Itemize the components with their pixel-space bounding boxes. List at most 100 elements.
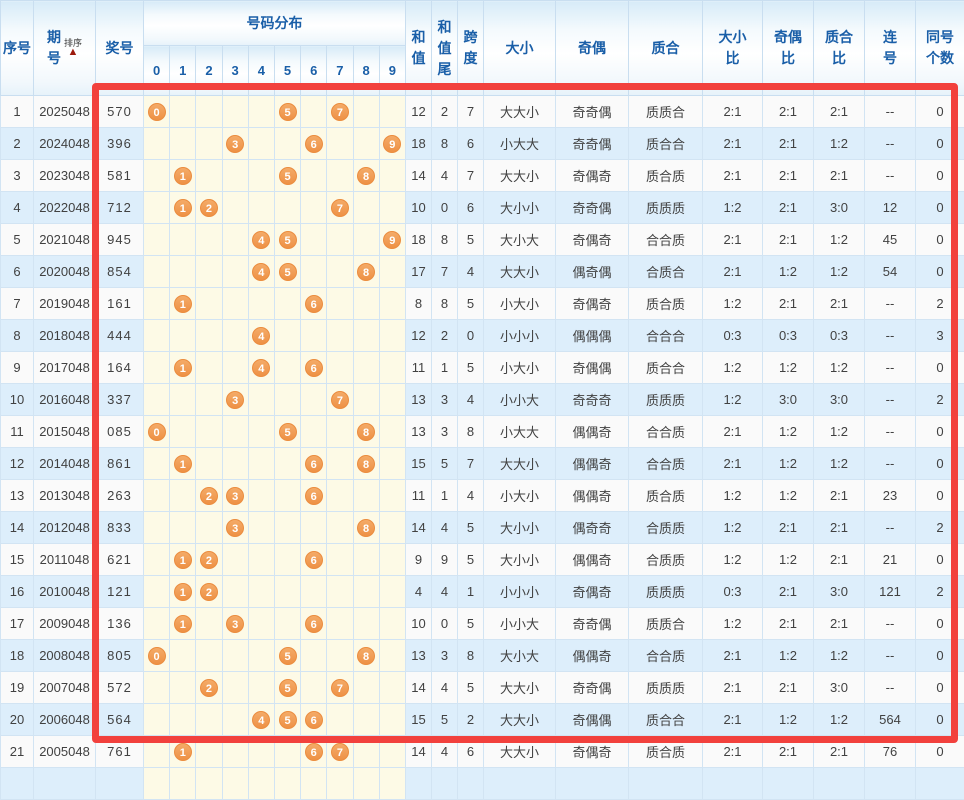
table-row: 520210489454591885大小大奇偶奇合合质2:12:11:2450 <box>1 224 964 256</box>
digit-cell-1 <box>170 384 196 416</box>
sum-tail-cell: 3 <box>432 640 458 672</box>
digit-cell-5 <box>274 768 300 800</box>
digit-cell-5 <box>274 736 300 768</box>
digit-cell-3 <box>222 160 248 192</box>
digit-cell-4: 4 <box>248 320 274 352</box>
digit-cell-0 <box>144 608 170 640</box>
digit-cell-2 <box>196 224 222 256</box>
digit-cell-1 <box>170 320 196 352</box>
parity-cell: 奇偶奇 <box>556 288 629 320</box>
ball-6: 6 <box>305 743 323 761</box>
same-count-cell: 0 <box>916 128 964 160</box>
ball-2: 2 <box>200 583 218 601</box>
size-ratio-cell: 2:1 <box>703 640 763 672</box>
span-cell: 0 <box>458 320 484 352</box>
digit-cell-4 <box>248 768 274 800</box>
prime-ratio-cell: 2:1 <box>814 512 865 544</box>
number-cell: 570 <box>96 96 144 128</box>
size-cell: 大大小 <box>484 160 556 192</box>
col-header-same-count: 同号 个数 <box>916 1 964 96</box>
table-row: 1720090481361361005小小大奇奇偶质质合1:22:12:1--0 <box>1 608 964 640</box>
ball-7: 7 <box>331 199 349 217</box>
sum-tail-cell: 7 <box>432 256 458 288</box>
digit-cell-2 <box>196 256 222 288</box>
prime-cell <box>629 768 703 800</box>
sort-control[interactable]: 排序 ▲ <box>64 39 82 58</box>
sum-cell: 11 <box>406 480 432 512</box>
ball-9: 9 <box>383 231 401 249</box>
size-ratio-cell: 1:2 <box>703 352 763 384</box>
sum-tail-cell: 1 <box>432 480 458 512</box>
digit-cell-0 <box>144 256 170 288</box>
ball-1: 1 <box>174 743 192 761</box>
digit-cell-3 <box>222 288 248 320</box>
digit-cell-2: 2 <box>196 672 222 704</box>
digit-cell-6 <box>301 416 327 448</box>
digit-cell-4 <box>248 640 274 672</box>
prime-ratio-cell: 3:0 <box>814 192 865 224</box>
digit-cell-3: 3 <box>222 480 248 512</box>
period-cell: 2018048 <box>34 320 96 352</box>
digit-cell-2 <box>196 160 222 192</box>
consecutive-cell: 564 <box>865 704 916 736</box>
number-cell: 581 <box>96 160 144 192</box>
col-header-span: 跨 度 <box>458 1 484 96</box>
parity-ratio-cell: 2:1 <box>763 576 814 608</box>
digit-cell-6: 6 <box>301 128 327 160</box>
digit-cell-6 <box>301 96 327 128</box>
size-ratio-cell: 1:2 <box>703 512 763 544</box>
prime-cell: 质合合 <box>629 128 703 160</box>
digit-cell-0 <box>144 480 170 512</box>
digit-cell-4: 4 <box>248 256 274 288</box>
table-body: 120250485700571227大大小奇奇偶质质合2:12:12:1--02… <box>1 96 964 800</box>
digit-cell-2 <box>196 320 222 352</box>
size-ratio-cell: 2:1 <box>703 416 763 448</box>
table-row: 920170481641461115小大小奇偶偶质合合1:21:21:2--0 <box>1 352 964 384</box>
prime-ratio-cell: 2:1 <box>814 288 865 320</box>
digit-cell-5 <box>274 192 300 224</box>
period-cell: 2023048 <box>34 160 96 192</box>
ball-5: 5 <box>279 679 297 697</box>
sum-tail-cell: 4 <box>432 672 458 704</box>
size-ratio-cell: 1:2 <box>703 288 763 320</box>
digit-cell-9 <box>379 384 405 416</box>
digit-cell-2 <box>196 288 222 320</box>
same-count-cell: 2 <box>916 576 964 608</box>
sum-cell: 14 <box>406 672 432 704</box>
consecutive-cell: -- <box>865 352 916 384</box>
sum-tail-cell: 8 <box>432 224 458 256</box>
sum-tail-cell: 9 <box>432 544 458 576</box>
number-cell: 945 <box>96 224 144 256</box>
size-ratio-cell: 2:1 <box>703 256 763 288</box>
digit-cell-0 <box>144 384 170 416</box>
digit-cell-0 <box>144 128 170 160</box>
parity-ratio-cell: 2:1 <box>763 736 814 768</box>
digit-cell-7: 7 <box>327 96 353 128</box>
parity-ratio-cell: 2:1 <box>763 192 814 224</box>
digit-cell-1 <box>170 480 196 512</box>
consecutive-cell: -- <box>865 416 916 448</box>
period-cell: 2006048 <box>34 704 96 736</box>
digit-cell-0 <box>144 448 170 480</box>
digit-cell-1: 1 <box>170 448 196 480</box>
ball-2: 2 <box>200 487 218 505</box>
ball-4: 4 <box>252 327 270 345</box>
table-row: 1820080488050581338大小大偶偶奇合合质2:11:21:2--0 <box>1 640 964 672</box>
digit-cell-8: 8 <box>353 640 379 672</box>
seq-cell: 16 <box>1 576 34 608</box>
seq-cell: 15 <box>1 544 34 576</box>
consecutive-cell: 76 <box>865 736 916 768</box>
parity-cell: 偶偶奇 <box>556 480 629 512</box>
digit-cell-0 <box>144 704 170 736</box>
parity-ratio-cell: 1:2 <box>763 480 814 512</box>
sum-cell: 10 <box>406 192 432 224</box>
digit-cell-6: 6 <box>301 736 327 768</box>
size-ratio-cell: 2:1 <box>703 736 763 768</box>
span-cell: 8 <box>458 416 484 448</box>
digit-cell-6: 6 <box>301 704 327 736</box>
digit-cell-1: 1 <box>170 192 196 224</box>
parity-ratio-cell: 1:2 <box>763 640 814 672</box>
sum-cell: 13 <box>406 384 432 416</box>
digit-cell-9 <box>379 192 405 224</box>
ball-4: 4 <box>252 263 270 281</box>
